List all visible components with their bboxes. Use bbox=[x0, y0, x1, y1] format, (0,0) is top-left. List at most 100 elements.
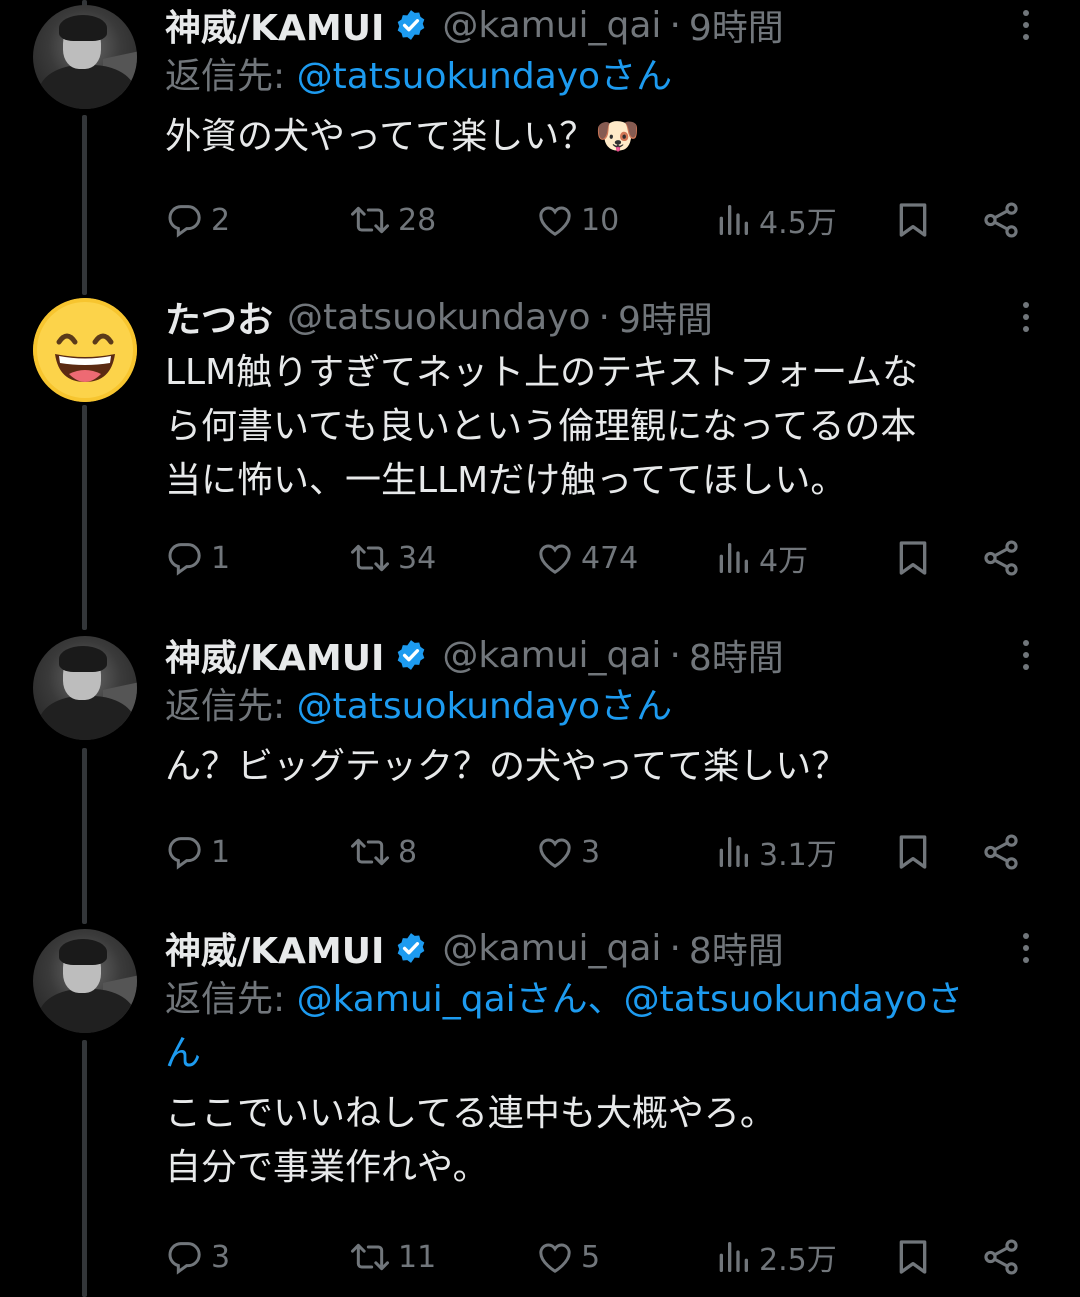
retweet-button[interactable]: 11 bbox=[348, 1232, 436, 1282]
more-icon[interactable] bbox=[1006, 630, 1046, 680]
tweet-text: LLM触りすぎてネット上のテキストフォームな ら何書いても良いという倫理観になっ… bbox=[165, 352, 919, 501]
bookmark-button[interactable] bbox=[893, 827, 933, 877]
like-icon bbox=[539, 544, 571, 574]
reply-button[interactable]: 3 bbox=[165, 1232, 230, 1282]
action-bar: 2 28 10 4.5万 bbox=[165, 195, 1045, 245]
views-icon bbox=[719, 543, 748, 573]
more-icon[interactable] bbox=[1006, 0, 1046, 50]
tweet[interactable]: 神威/KAMUI @kamui_qai · 8時間 返信先: @tatsuoku… bbox=[0, 630, 1080, 920]
views-button[interactable]: 2.5万 bbox=[713, 1232, 837, 1282]
more-icon[interactable] bbox=[1006, 292, 1046, 342]
like-icon bbox=[539, 838, 571, 868]
mention-separator: 、 bbox=[587, 979, 624, 1020]
retweet-button[interactable]: 34 bbox=[348, 533, 436, 583]
share-icon bbox=[984, 540, 1018, 576]
views-icon bbox=[719, 1242, 748, 1272]
like-button[interactable]: 3 bbox=[535, 827, 600, 877]
display-name[interactable]: 神威/KAMUI bbox=[165, 629, 384, 681]
tweet-text: 外資の犬やってて楽しい？🐶 bbox=[165, 116, 641, 157]
like-count: 10 bbox=[581, 202, 620, 238]
share-icon bbox=[984, 834, 1018, 870]
separator-dot: · bbox=[669, 927, 681, 969]
timeline: 神威/KAMUI @kamui_qai · 9時間 返信先: @tatsuoku… bbox=[0, 0, 1080, 1297]
retweet-icon bbox=[351, 1243, 389, 1271]
like-icon bbox=[539, 1243, 571, 1273]
share-icon bbox=[984, 1239, 1018, 1275]
more-icon[interactable] bbox=[1006, 923, 1046, 973]
tweet-header: 神威/KAMUI @kamui_qai · 8時間 bbox=[165, 630, 1040, 680]
tweet[interactable]: 神威/KAMUI @kamui_qai · 9時間 返信先: @tatsuoku… bbox=[0, 0, 1080, 290]
retweet-button[interactable]: 8 bbox=[348, 827, 417, 877]
share-button[interactable] bbox=[980, 827, 1022, 877]
display-name[interactable]: たつお bbox=[165, 291, 273, 343]
handle[interactable]: @tatsuokundayo bbox=[287, 297, 591, 338]
handle[interactable]: @kamui_qai bbox=[442, 928, 661, 969]
handle[interactable]: @kamui_qai bbox=[442, 635, 661, 676]
like-button[interactable]: 5 bbox=[535, 1232, 600, 1282]
timestamp[interactable]: 8時間 bbox=[689, 922, 784, 974]
tweet[interactable]: たつお @tatsuokundayo · 9時間 LLM触りすぎてネット上のテキ… bbox=[0, 292, 1080, 622]
reply-icon bbox=[168, 1242, 201, 1275]
tweet-header: 神威/KAMUI @kamui_qai · 9時間 bbox=[165, 0, 1040, 50]
views-count: 4.5万 bbox=[759, 206, 837, 241]
display-name[interactable]: 神威/KAMUI bbox=[165, 0, 384, 51]
views-icon bbox=[719, 205, 748, 235]
retweet-count: 34 bbox=[398, 540, 437, 576]
retweet-count: 28 bbox=[398, 202, 437, 238]
like-count: 5 bbox=[581, 1239, 601, 1275]
retweet-count: 8 bbox=[398, 834, 418, 870]
like-button[interactable]: 10 bbox=[535, 195, 619, 245]
like-icon bbox=[539, 206, 571, 236]
like-button[interactable]: 474 bbox=[535, 533, 638, 583]
share-button[interactable] bbox=[980, 195, 1022, 245]
reply-prefix: 返信先: bbox=[165, 979, 297, 1020]
like-count: 3 bbox=[581, 834, 601, 870]
timestamp[interactable]: 9時間 bbox=[618, 291, 713, 343]
avatar[interactable] bbox=[33, 929, 137, 1033]
share-button[interactable] bbox=[980, 533, 1022, 583]
reply-context: 返信先: @tatsuokundayoさん bbox=[165, 680, 1040, 734]
mention-link[interactable]: @kamui_qaiさん bbox=[297, 979, 588, 1020]
reply-context: 返信先: @tatsuokundayoさん bbox=[165, 50, 1040, 104]
handle[interactable]: @kamui_qai bbox=[442, 5, 661, 46]
timestamp[interactable]: 9時間 bbox=[689, 0, 784, 51]
bookmark-icon bbox=[899, 541, 927, 575]
reply-count: 2 bbox=[211, 202, 231, 238]
separator-dot: · bbox=[669, 634, 681, 676]
bookmark-icon bbox=[899, 1240, 927, 1274]
retweet-count: 11 bbox=[398, 1239, 437, 1275]
mention-link-continuation[interactable]: ん bbox=[165, 1033, 201, 1074]
views-button[interactable]: 4万 bbox=[713, 533, 808, 583]
bookmark-button[interactable] bbox=[893, 1232, 933, 1282]
reply-button[interactable]: 1 bbox=[165, 827, 230, 877]
reply-icon bbox=[168, 837, 201, 870]
tweet[interactable]: 神威/KAMUI @kamui_qai · 8時間 返信先: @kamui_qa… bbox=[0, 923, 1080, 1297]
reply-button[interactable]: 1 bbox=[165, 533, 230, 583]
views-count: 2.5万 bbox=[759, 1243, 837, 1278]
reply-icon bbox=[168, 543, 201, 576]
verified-badge-icon bbox=[394, 8, 428, 42]
timestamp[interactable]: 8時間 bbox=[689, 629, 784, 681]
verified-badge-icon bbox=[394, 638, 428, 672]
bookmark-button[interactable] bbox=[893, 533, 933, 583]
bookmark-button[interactable] bbox=[893, 195, 933, 245]
share-button[interactable] bbox=[980, 1232, 1022, 1282]
reply-button[interactable]: 2 bbox=[165, 195, 230, 245]
display-name[interactable]: 神威/KAMUI bbox=[165, 922, 384, 974]
retweet-button[interactable]: 28 bbox=[348, 195, 436, 245]
action-bar: 1 34 474 4万 bbox=[165, 533, 1045, 583]
avatar[interactable] bbox=[33, 298, 137, 402]
bookmark-icon bbox=[899, 835, 927, 869]
mention-link[interactable]: @tatsuokundayoさ bbox=[624, 979, 964, 1020]
retweet-icon bbox=[351, 206, 389, 234]
views-button[interactable]: 4.5万 bbox=[713, 195, 837, 245]
avatar[interactable] bbox=[33, 636, 137, 740]
reply-icon bbox=[168, 205, 201, 238]
views-count: 4万 bbox=[759, 544, 809, 579]
action-bar: 3 11 5 2.5万 bbox=[165, 1232, 1045, 1282]
mention-link[interactable]: @tatsuokundayoさん bbox=[297, 56, 673, 97]
views-button[interactable]: 3.1万 bbox=[713, 827, 837, 877]
mention-link[interactable]: @tatsuokundayoさん bbox=[297, 686, 673, 727]
tweet-text: ん？ビッグテック？の犬やってて楽しい？ bbox=[165, 746, 848, 787]
avatar[interactable] bbox=[33, 5, 137, 109]
